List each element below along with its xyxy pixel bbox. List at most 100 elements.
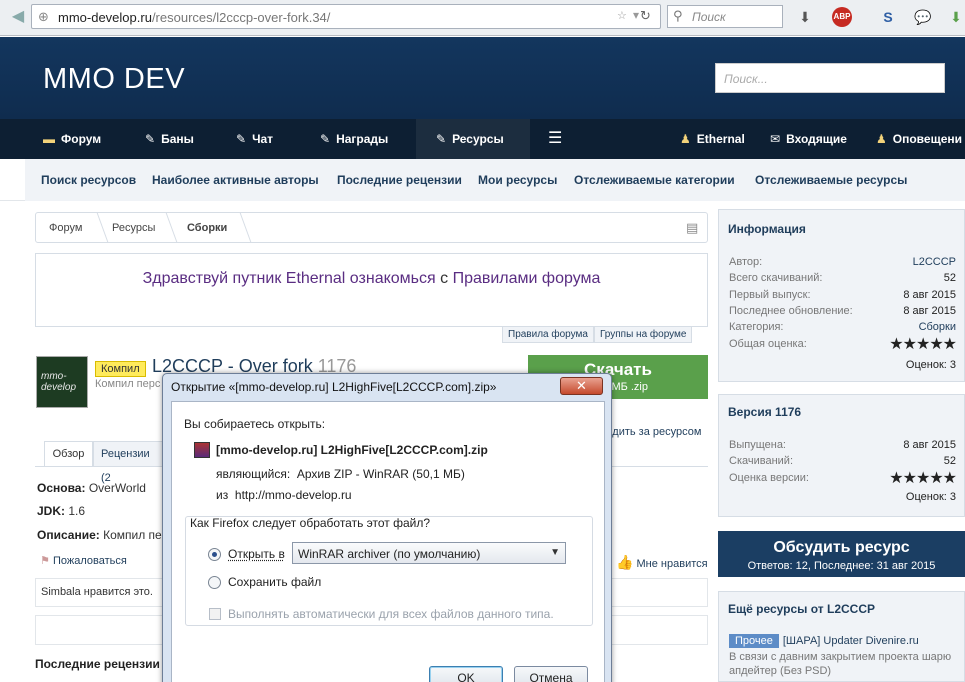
dialog-from: из http://mmo-develop.ru — [216, 488, 352, 502]
version-row: Скачиваний: 52 — [729, 455, 956, 467]
nav-awards[interactable]: ✎ Награды — [320, 119, 388, 159]
crumb-separator — [228, 213, 252, 242]
sitemap-icon[interactable]: ▤ — [686, 220, 698, 236]
more-desc: В связи с давним закрытием проекта шарю … — [729, 651, 952, 677]
version-row: Выпущена: 8 авг 2015 — [729, 439, 956, 451]
info-panel: Информация Автор: L2CCCP Всего скачиваний… — [718, 209, 965, 382]
tab-rules[interactable]: Правила форума — [502, 327, 594, 343]
nav-bans[interactable]: ✎ Баны — [145, 119, 194, 159]
reload-icon[interactable]: ↻ — [640, 8, 651, 24]
notice-box: Здравствуй путник Ethernal ознакомься с … — [35, 253, 708, 327]
field-description: Описание: Компил пе — [37, 528, 162, 542]
nav-user[interactable]: ♟ Ethernal — [680, 119, 745, 159]
cancel-button[interactable]: Отмена — [514, 666, 588, 682]
tab-reviews[interactable]: Рецензии (2 — [93, 441, 163, 484]
nav-chat[interactable]: ✎ Чат — [236, 119, 273, 159]
radio-open-with[interactable] — [208, 548, 221, 561]
pencil-icon: ✎ — [236, 132, 247, 146]
resource-image[interactable]: mmo-develop — [36, 356, 88, 408]
report-link[interactable]: ⚑ Пожаловаться — [40, 554, 127, 567]
subnav-watched-resources[interactable]: Отслеживаемые ресурсы — [755, 173, 907, 187]
subnav-reviews[interactable]: Последние рецензии — [337, 173, 462, 187]
screen: ◀ ⊕ mmo-develop.ru/resources/l2cccp-over… — [0, 0, 965, 682]
app-select[interactable]: WinRAR archiver (по умолчанию) ▼ — [292, 542, 566, 564]
ok-button[interactable]: OK — [429, 666, 503, 682]
crumb-resources[interactable]: Ресурсы — [112, 222, 155, 234]
download-icon[interactable]: ⬇ — [795, 7, 815, 27]
site-header: MMO DEV Поиск... — [0, 37, 965, 119]
more-resources-panel: Ещё ресурсы от L2CCCP Прочее [ШАРА] Updat… — [718, 591, 965, 682]
resource-logo-text: mmo-develop — [41, 371, 77, 393]
auto-label: Выполнять автоматически для всех файлов … — [228, 607, 554, 621]
browser-search[interactable]: ⚲ Поиск — [667, 5, 783, 28]
adblock-icon[interactable]: ABP — [832, 7, 852, 27]
auto-checkbox[interactable] — [209, 608, 221, 620]
notice-message: Здравствуй путник Ethernal ознакомься с … — [142, 270, 601, 287]
chat-icon[interactable]: 💬 — [913, 7, 933, 27]
info-row: Общая оценка: ★★★★★ — [729, 336, 957, 353]
save-file-label[interactable]: Сохранить файл — [228, 575, 321, 589]
inbox-icon: ✉ — [770, 132, 781, 146]
browser-search-placeholder: Поиск — [692, 10, 726, 24]
tab-groups[interactable]: Группы на форуме — [593, 327, 693, 343]
thumb-icon: 👍 — [616, 554, 634, 570]
discuss-sub: Ответов: 12, Последнее: 31 авг 2015 — [747, 560, 936, 572]
browser-toolbar: ◀ ⊕ mmo-develop.ru/resources/l2cccp-over… — [0, 0, 965, 36]
prefix-tag: Прочее — [729, 634, 779, 648]
subnav-authors[interactable]: Наиболее активные авторы — [152, 173, 319, 187]
winrar-icon — [194, 442, 210, 458]
main-nav: ▬ Форум ✎ Баны ✎ Чат ✎ Награды ✎ Ресурсы ☰ ♟ E… — [0, 119, 965, 159]
info-row: Автор: L2CCCP — [729, 256, 956, 268]
radio-save-file[interactable] — [208, 576, 221, 589]
speech-icon: ▬ — [43, 132, 55, 146]
dialog-body: Вы собираетесь открыть: [mmo-develop.ru]… — [171, 401, 605, 682]
discuss-button[interactable]: Обсудить ресурс Ответов: 12, Последнее: … — [718, 531, 965, 577]
info-row: Категория: Сборки — [729, 321, 956, 333]
dialog-filename: [mmo-develop.ru] L2HighFive[L2CCCP.com].… — [216, 443, 488, 457]
update-icon[interactable]: ⬇ — [946, 7, 965, 27]
follow-link[interactable]: ледить за ресурсом — [600, 426, 701, 438]
version-panel: Версия 1176 Выпущена: 8 авг 2015 Скачиван… — [718, 394, 965, 517]
version-row: Оценка версии: ★★★★★ — [729, 470, 957, 487]
breadcrumb: Форум Ресурсы Сборки ▤ — [35, 212, 708, 243]
open-with-label[interactable]: Открыть в — [228, 547, 285, 561]
resource-subtitle: Компил перс — [95, 378, 161, 390]
nav-forum[interactable]: ▬ Форум — [43, 119, 101, 159]
prefix-badge: Компил — [95, 361, 146, 377]
s-extension-icon[interactable]: S — [878, 7, 898, 27]
user-icon: ♟ — [680, 132, 691, 146]
flag-icon: ⚑ — [40, 555, 50, 567]
subnav-my-resources[interactable]: Мои ресурсы — [478, 173, 557, 187]
info-row: Последнее обновление: 8 авг 2015 — [729, 305, 956, 317]
menu-icon[interactable]: ☰ — [548, 119, 562, 159]
like-link[interactable]: 👍 Мне нравится — [616, 554, 708, 571]
version-title: Версия 1176 — [728, 405, 802, 419]
info-row: Первый выпуск: 8 авг 2015 — [729, 289, 956, 301]
back-icon[interactable]: ◀ — [8, 7, 28, 27]
rating-stars: ★★★★★ — [889, 336, 957, 353]
nav-inbox[interactable]: ✉ Входящие — [770, 119, 847, 159]
file-open-dialog: Открытие «[mmo-develop.ru] L2HighFive[L2… — [162, 373, 612, 682]
nav-resources[interactable]: ✎ Ресурсы — [416, 119, 530, 159]
site-logo[interactable]: MMO DEV — [43, 63, 185, 96]
dropdown-icon[interactable]: ▾ — [633, 8, 639, 22]
pencil-icon: ✎ — [436, 132, 447, 146]
discuss-title: Обсудить ресурс — [773, 539, 910, 556]
info-title: Информация — [728, 222, 806, 236]
info-row: Всего скачиваний: 52 — [729, 272, 956, 284]
last-reviews-heading: Последние рецензии — [35, 657, 160, 671]
crumb-forum[interactable]: Форум — [49, 222, 82, 234]
crumb-builds[interactable]: Сборки — [187, 222, 227, 234]
subnav-search[interactable]: Поиск ресурсов — [41, 173, 136, 187]
pencil-icon: ✎ — [320, 132, 331, 146]
url-bar[interactable]: ⊕ mmo-develop.ru/resources/l2cccp-over-f… — [31, 4, 661, 29]
star-icon[interactable]: ☆ — [617, 9, 627, 22]
more-title: Ещё ресурсы от L2CCCP — [728, 602, 876, 616]
subnav-watched-categories[interactable]: Отслеживаемые категории — [574, 173, 735, 187]
more-item[interactable]: Прочее [ШАРА] Updater Divenire.ru — [729, 634, 919, 648]
nav-alerts[interactable]: ♟ Оповещени — [876, 119, 962, 159]
crumb-separator — [154, 213, 178, 242]
close-icon[interactable]: ✕ — [560, 377, 603, 395]
tab-overview[interactable]: Обзор — [44, 441, 93, 467]
site-search-input[interactable]: Поиск... — [715, 63, 945, 93]
